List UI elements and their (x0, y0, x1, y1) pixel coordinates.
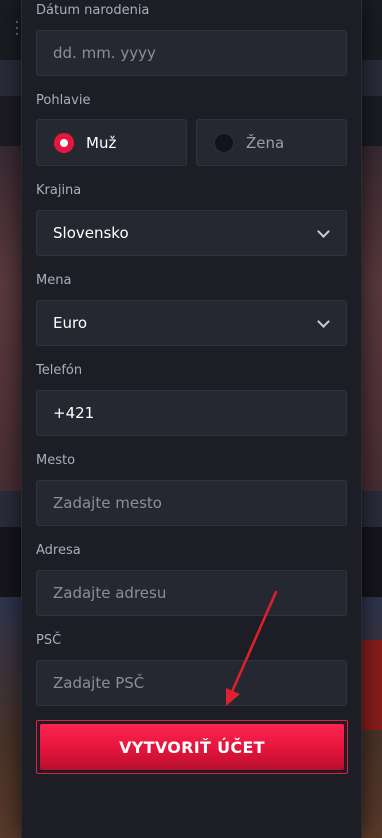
create-account-button[interactable]: VYTVORIŤ ÚČET (40, 724, 344, 770)
birthdate-label: Dátum narodenia (36, 3, 150, 18)
bg-side-tile (360, 640, 382, 730)
gender-option-male-label: Muž (86, 133, 117, 152)
phone-label: Telefón (36, 363, 83, 378)
radio-unselected-icon[interactable] (214, 132, 234, 153)
menu-dots-icon[interactable]: · · · (14, 14, 20, 44)
zip-input[interactable]: Zadajte PSČ (36, 660, 347, 706)
country-select[interactable]: Slovensko (36, 210, 347, 256)
radio-selected-icon[interactable] (54, 132, 74, 153)
address-input[interactable]: Zadajte adresu (36, 570, 347, 616)
address-label: Adresa (36, 543, 81, 558)
gender-option-male[interactable]: Muž (36, 119, 187, 166)
gender-option-female[interactable]: Žena (196, 119, 347, 166)
currency-select[interactable]: Euro (36, 300, 347, 346)
birthdate-input[interactable]: dd. mm. yyyy (36, 30, 347, 76)
city-input[interactable]: Zadajte mesto (36, 480, 347, 526)
create-account-button-frame: VYTVORIŤ ÚČET (36, 720, 348, 774)
gender-label: Pohlavie (36, 93, 91, 108)
currency-value: Euro (53, 314, 87, 332)
city-label: Mesto (36, 453, 76, 468)
chevron-down-icon (317, 315, 330, 328)
country-value: Slovensko (53, 224, 129, 242)
zip-label: PSČ (36, 633, 62, 648)
currency-label: Mena (36, 273, 72, 288)
country-label: Krajina (36, 183, 82, 198)
chevron-down-icon (317, 225, 330, 238)
phone-input[interactable]: +421 (36, 390, 347, 436)
gender-option-female-label: Žena (246, 133, 285, 152)
